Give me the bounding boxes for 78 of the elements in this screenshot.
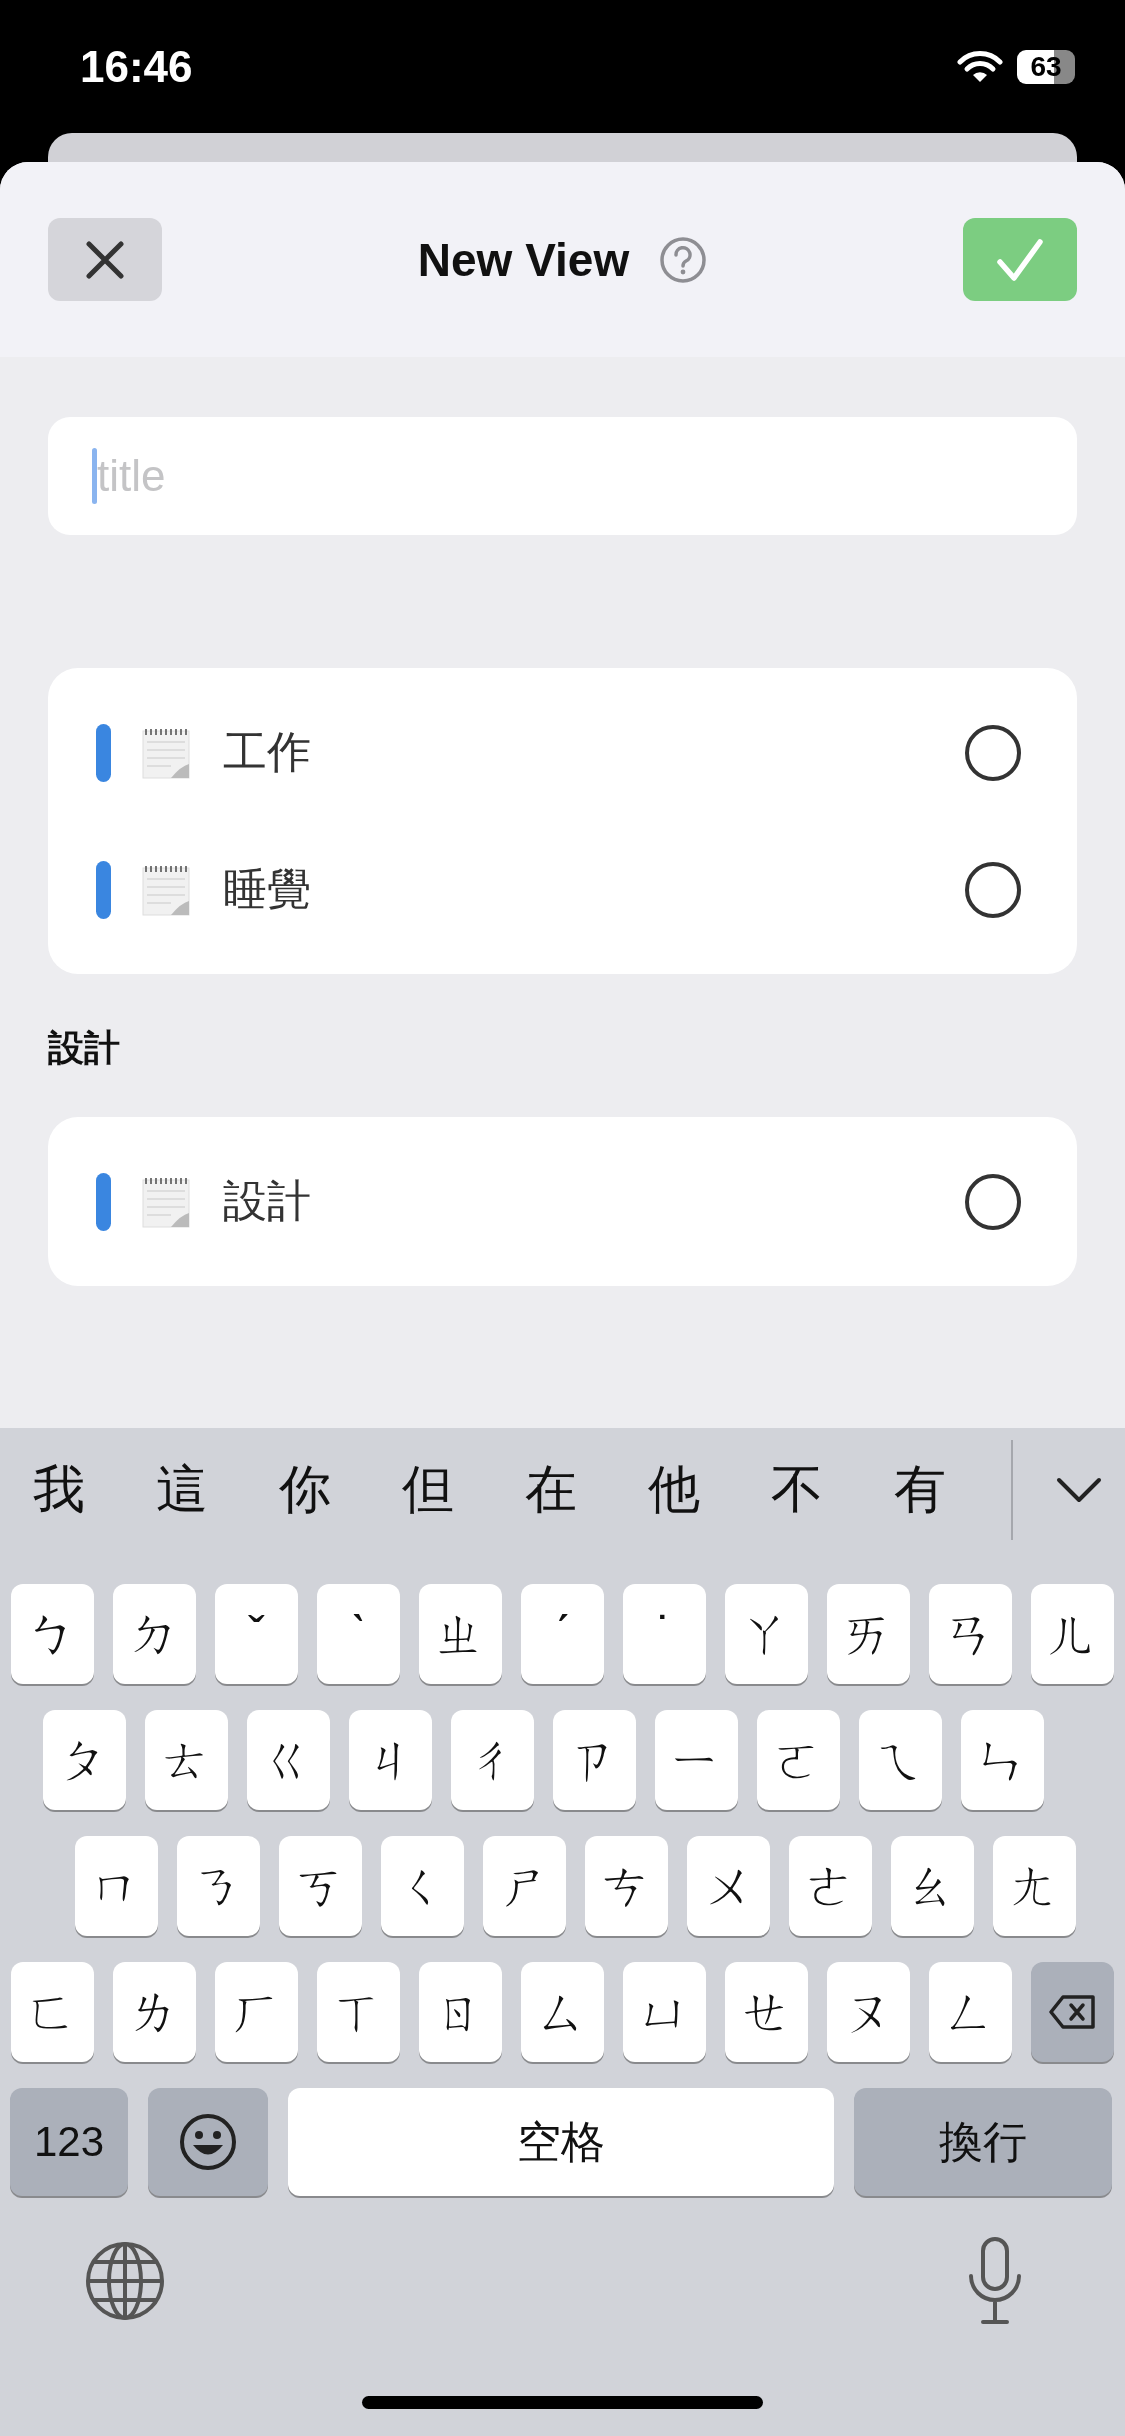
keyboard-key[interactable]: ㄠ	[891, 1836, 974, 1936]
list-row[interactable]: 睡覺	[96, 821, 1029, 958]
keyboard-key[interactable]: ㄗ	[553, 1710, 636, 1810]
keyboard-key[interactable]: ㄎ	[279, 1836, 362, 1936]
candidate-word[interactable]: 你	[279, 1455, 402, 1525]
text-cursor	[92, 448, 97, 504]
candidate-word[interactable]: 我	[33, 1455, 156, 1525]
keyboard-key[interactable]: ㄋ	[177, 1836, 260, 1936]
keyboard-key[interactable]: ㄒ	[317, 1962, 400, 2062]
keyboard-key[interactable]: ㄦ	[1031, 1584, 1114, 1684]
keyboard-key[interactable]: ㄨ	[687, 1836, 770, 1936]
keyboard-key[interactable]: ㄓ	[419, 1584, 502, 1684]
battery-level: 63	[1030, 50, 1062, 83]
keyboard-key[interactable]: ㄢ	[929, 1584, 1012, 1684]
keyboard-key[interactable]: ㄝ	[725, 1962, 808, 2062]
keyboard-key[interactable]: ㄘ	[585, 1836, 668, 1936]
emoji-key[interactable]	[148, 2088, 268, 2196]
candidate-word[interactable]: 在	[525, 1455, 648, 1525]
keyboard-key[interactable]: ㄚ	[725, 1584, 808, 1684]
radio-button[interactable]	[965, 1173, 1021, 1230]
keyboard-key[interactable]: ㄙ	[521, 1962, 604, 2062]
keyboard-key[interactable]: ㄏ	[215, 1962, 298, 2062]
keyboard-key[interactable]: ㄣ	[961, 1710, 1044, 1810]
radio-button[interactable]	[965, 861, 1021, 918]
keyboard-key[interactable]: ㄞ	[827, 1584, 910, 1684]
space-key[interactable]: 空格	[288, 2088, 834, 2196]
wifi-icon	[957, 49, 1003, 84]
candidate-word[interactable]: 有	[894, 1455, 1017, 1525]
keyboard-key[interactable]: ㄇ	[75, 1836, 158, 1936]
checkmark-icon	[996, 237, 1044, 282]
keyboard-key[interactable]: ㄕ	[483, 1836, 566, 1936]
keyboard-key[interactable]: ˊ	[521, 1584, 604, 1684]
keyboard-key[interactable]: ㄔ	[451, 1710, 534, 1810]
candidate-word[interactable]: 但	[402, 1455, 525, 1525]
delete-key[interactable]	[1031, 1962, 1114, 2062]
keyboard-key[interactable]: ˇ	[215, 1584, 298, 1684]
close-button[interactable]	[48, 218, 162, 301]
help-icon[interactable]	[659, 235, 708, 284]
sheet-title: New View	[417, 232, 630, 287]
smiley-icon	[178, 2112, 238, 2172]
keyboard-key[interactable]: ㄐ	[349, 1710, 432, 1810]
keyboard-key[interactable]: ˙	[623, 1584, 706, 1684]
keyboard-key[interactable]: ㄍ	[247, 1710, 330, 1810]
title-field[interactable]: title	[48, 417, 1077, 535]
keyboard-key[interactable]: ㄟ	[859, 1710, 942, 1810]
keyboard-key[interactable]: ˋ	[317, 1584, 400, 1684]
chevron-down-icon[interactable]	[1055, 1476, 1103, 1504]
keyboard-key[interactable]: ㄊ	[145, 1710, 228, 1810]
list-item-label: 工作	[223, 726, 312, 778]
radio-button[interactable]	[965, 724, 1021, 781]
delete-icon	[1048, 1994, 1097, 2030]
list-item-label: 設計	[223, 1175, 312, 1227]
list-row[interactable]: 工作	[96, 684, 1029, 821]
keyboard-key[interactable]: ㄅ	[11, 1584, 94, 1684]
keyboard-key[interactable]: ㄡ	[827, 1962, 910, 2062]
keyboard-key[interactable]: ㄥ	[929, 1962, 1012, 2062]
keyboard-key[interactable]: ㄖ	[419, 1962, 502, 2062]
keyboard-key[interactable]: ㄑ	[381, 1836, 464, 1936]
list-item-label: 睡覺	[223, 863, 312, 915]
section-heading: 設計	[48, 1026, 121, 1070]
keyboard-key[interactable]: ㄧ	[655, 1710, 738, 1810]
keyboard-key[interactable]: ㄜ	[789, 1836, 872, 1936]
keyboard-key[interactable]: ㄆ	[43, 1710, 126, 1810]
candidate-word[interactable]: 不	[771, 1455, 894, 1525]
numbers-key[interactable]: 123	[10, 2088, 128, 2196]
keyboard-key[interactable]: ㄌ	[113, 1962, 196, 2062]
list-row[interactable]: 設計	[96, 1133, 1029, 1270]
keyboard-key[interactable]: ㄈ	[11, 1962, 94, 2062]
status-time: 16:46	[80, 41, 193, 92]
keyboard-key[interactable]: ㄤ	[993, 1836, 1076, 1936]
candidate-word[interactable]: 他	[648, 1455, 771, 1525]
keyboard-key[interactable]: ㄉ	[113, 1584, 196, 1684]
close-icon	[85, 239, 125, 280]
globe-icon[interactable]	[84, 2240, 166, 2322]
keyboard-key[interactable]: ㄩ	[623, 1962, 706, 2062]
keyboard-key[interactable]: ㄛ	[757, 1710, 840, 1810]
candidate-word[interactable]: 這	[156, 1455, 279, 1525]
return-key[interactable]: 換行	[854, 2088, 1112, 2196]
